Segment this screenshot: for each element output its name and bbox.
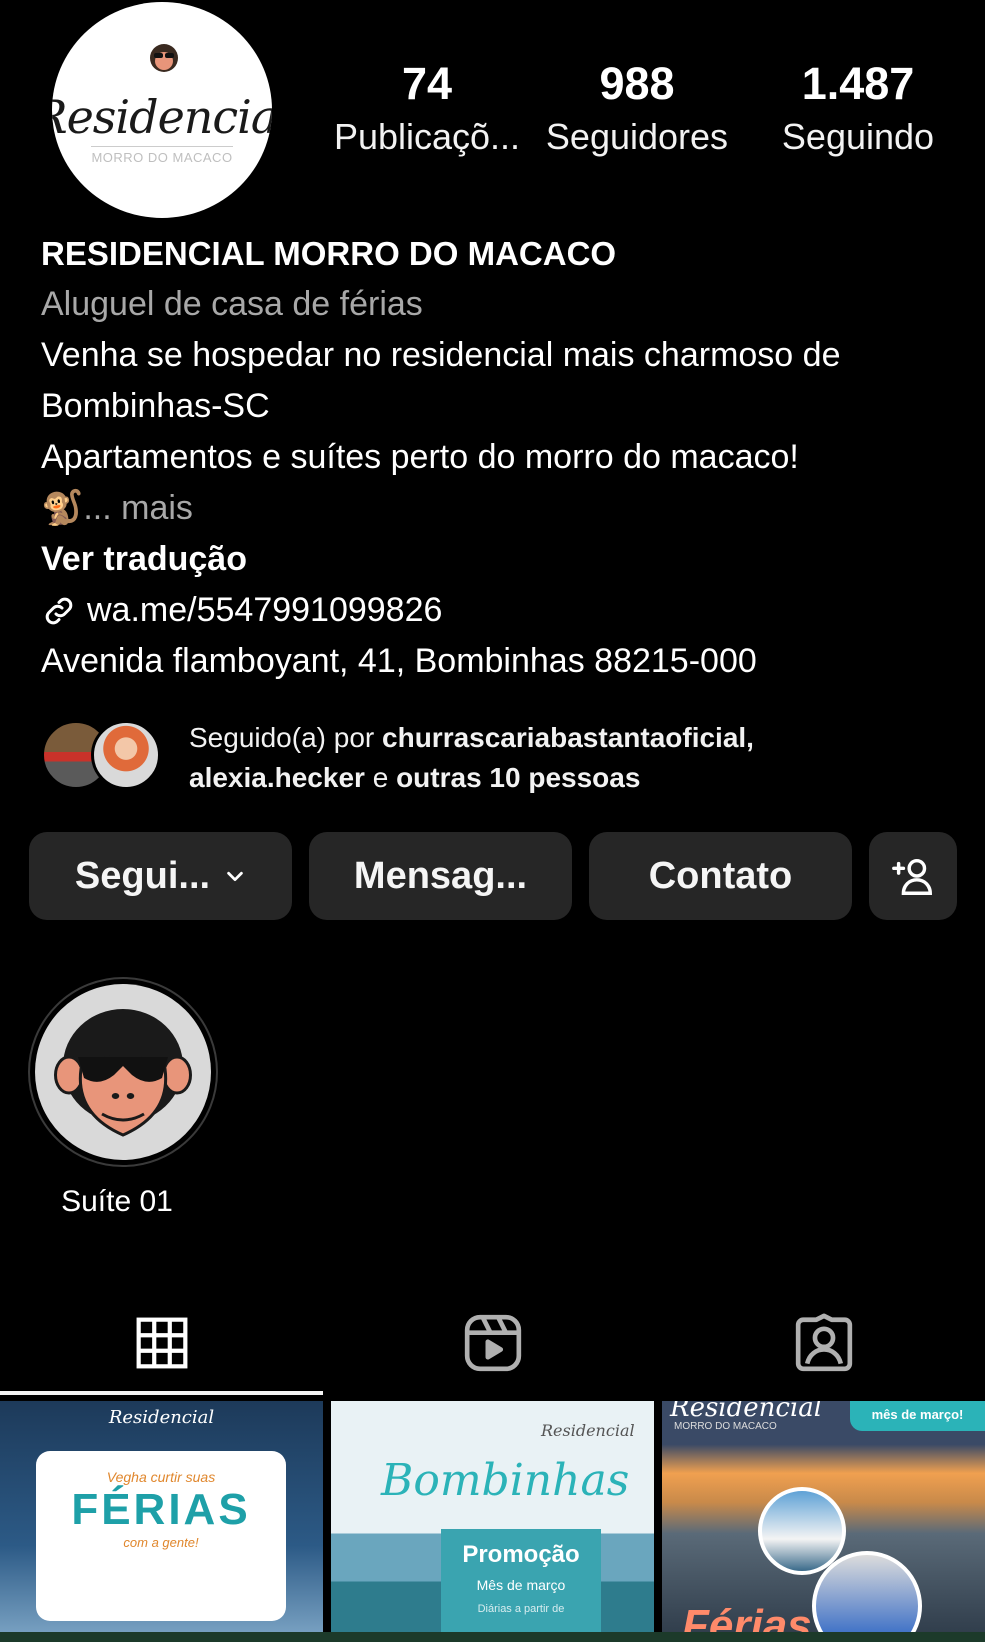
bio-line-2: Bombinhas-SC <box>41 387 270 425</box>
translate-link[interactable]: Ver tradução <box>41 534 971 585</box>
followed-by-text: Seguido(a) por churrascariabastantaofici… <box>189 718 754 798</box>
profile-category: Aluguel de casa de férias <box>41 285 423 323</box>
contact-button-label: Contato <box>648 854 793 897</box>
profile-header: Residencial MORRO DO MACACO 74 Publicaçõ… <box>0 0 985 225</box>
post3-logo: Residencial <box>670 1401 823 1423</box>
highlight-cover <box>35 984 211 1160</box>
bio-link[interactable]: wa.me/5547991099826 <box>87 585 442 636</box>
tab-reels[interactable] <box>331 1290 654 1395</box>
post1-logo: Residencial <box>108 1407 215 1428</box>
follower-user-2: alexia.hecker <box>189 762 365 793</box>
monkey-sunglasses-icon <box>54 1009 192 1137</box>
follower-avatar-2 <box>91 720 161 790</box>
following-button-label: Segui... <box>74 854 211 897</box>
post3-tag: mês de março! <box>850 1401 985 1431</box>
post-tile-3[interactable]: Residencial MORRO DO MACACO mês de março… <box>662 1401 985 1642</box>
reels-icon <box>464 1314 521 1371</box>
add-person-button[interactable] <box>869 832 957 920</box>
post2-daily-text: Diárias a partir de <box>477 1603 565 1615</box>
post1-big-text: FÉRIAS <box>71 1485 251 1534</box>
avatar-logo-text: Residencial <box>52 89 272 144</box>
tab-tagged[interactable] <box>662 1290 985 1395</box>
followed-by-prefix: Seguido(a) por <box>189 722 383 753</box>
following-count: 1.487 <box>801 58 915 109</box>
followed-by-others: outras 10 pessoas <box>396 762 641 793</box>
grid-icon <box>136 1317 187 1368</box>
highlight-ring <box>28 977 218 1167</box>
active-tab-indicator <box>0 1391 323 1395</box>
stat-following[interactable]: 1.487 Seguindo <box>758 56 958 163</box>
stat-posts[interactable]: 74 Publicaçõ... <box>322 56 532 163</box>
message-button-label: Mensag... <box>353 854 528 897</box>
following-button[interactable]: Segui... <box>29 832 292 920</box>
bottom-strip <box>0 1632 985 1642</box>
bio-more-link[interactable]: ... mais <box>83 489 193 527</box>
add-person-icon <box>892 858 932 895</box>
followed-by-connector: e <box>364 762 397 793</box>
profile-tabs <box>0 1290 985 1395</box>
post2-logo: Residencial <box>541 1421 635 1440</box>
following-label: Seguindo <box>781 116 935 157</box>
post-tile-2[interactable]: Residencial Bombinhas Promoção Mês de ma… <box>331 1401 654 1642</box>
avatar-logo-subtext: MORRO DO MACACO <box>91 145 233 165</box>
post3-logo-sub: MORRO DO MACACO <box>674 1421 777 1432</box>
monkey-logo-icon <box>150 44 178 72</box>
highlight-label: Suíte 01 <box>61 1185 173 1218</box>
followers-label: Seguidores <box>545 116 729 157</box>
post-tile-1[interactable]: Residencial Vegha curtir suas FÉRIAS com… <box>0 1401 323 1642</box>
profile-actions: Segui... Mensag... Contato <box>29 832 959 920</box>
link-icon <box>45 597 73 624</box>
posts-count: 74 <box>401 58 453 109</box>
post2-promo-box: Promoção Mês de março Diárias a partir d… <box>441 1529 601 1642</box>
post2-script-text: Bombinhas <box>381 1455 630 1506</box>
profile-bio: RESIDENCIAL MORRO DO MACACO Aluguel de c… <box>41 228 971 687</box>
profile-name: RESIDENCIAL MORRO DO MACACO <box>41 235 617 272</box>
post2-month-text: Mês de março <box>476 1577 566 1593</box>
bio-more-row: 🐒... mais <box>41 483 971 534</box>
followed-by-section[interactable]: Seguido(a) por churrascariabastantaofici… <box>41 718 961 798</box>
follower-user-1: churrascariabastantaoficial, <box>382 722 754 753</box>
bio-line-3: Apartamentos e suítes perto do morro do … <box>41 438 799 476</box>
tab-grid[interactable] <box>0 1290 323 1395</box>
bio-link-row[interactable]: wa.me/5547991099826 <box>41 585 971 636</box>
post2-promo-text: Promoção <box>462 1541 580 1568</box>
posts-grid: Residencial Vegha curtir suas FÉRIAS com… <box>0 1401 985 1642</box>
post1-card: Vegha curtir suas FÉRIAS com a gente! <box>36 1451 286 1621</box>
profile-avatar[interactable]: Residencial MORRO DO MACACO <box>52 2 272 218</box>
posts-label: Publicaçõ... <box>333 116 521 157</box>
post1-sub-text: com a gente! <box>123 1535 199 1550</box>
monkey-emoji-icon: 🐒 <box>41 489 84 527</box>
bio-address[interactable]: Avenida flamboyant, 41, Bombinhas 88215-… <box>41 636 971 687</box>
post1-small-text: Vegha curtir suas <box>106 1469 216 1485</box>
message-button[interactable]: Mensag... <box>309 832 572 920</box>
bio-line-1: Venha se hospedar no residencial mais ch… <box>41 336 841 374</box>
chevron-down-icon <box>227 871 243 882</box>
contact-button[interactable]: Contato <box>589 832 852 920</box>
highlight-suite-01[interactable]: Suíte 01 <box>28 977 218 1219</box>
followers-count: 988 <box>599 58 675 109</box>
tagged-icon <box>795 1313 852 1371</box>
stat-followers[interactable]: 988 Seguidores <box>537 56 737 163</box>
